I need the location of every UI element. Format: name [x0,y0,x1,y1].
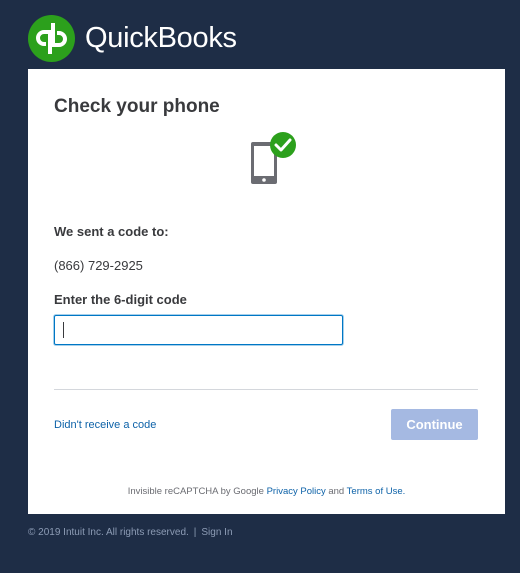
text-caret [63,322,64,338]
recaptcha-prefix: Invisible reCAPTCHA by Google [127,486,264,497]
page-title: Check your phone [54,96,220,117]
quickbooks-logo-icon [28,14,75,62]
sign-in-link[interactable]: Sign In [201,527,232,538]
terms-of-use-link[interactable]: Terms of Use. [347,486,406,497]
sent-code-label: We sent a code to: [54,224,169,239]
verification-card: Check your phone We sent a code to: (866… [28,69,505,514]
resend-code-link[interactable]: Didn't receive a code [54,419,156,431]
footer-separator: | [193,527,197,538]
continue-button[interactable]: Continue [391,409,478,440]
recaptcha-notice: Invisible reCAPTCHA by Google Privacy Po… [28,486,505,497]
phone-number: (866) 729-2925 [54,258,143,273]
recaptcha-and: and [328,486,345,497]
code-field-label: Enter the 6-digit code [54,292,187,307]
header: QuickBooks [28,14,237,62]
copyright-text: © 2019 Intuit Inc. All rights reserved. [28,527,189,538]
footer: © 2019 Intuit Inc. All rights reserved. |… [28,527,233,538]
verification-code-input[interactable] [54,315,343,345]
divider [54,389,478,390]
privacy-policy-link[interactable]: Privacy Policy [267,486,326,497]
brand-name: QuickBooks [85,21,237,54]
phone-check-icon [248,130,298,190]
